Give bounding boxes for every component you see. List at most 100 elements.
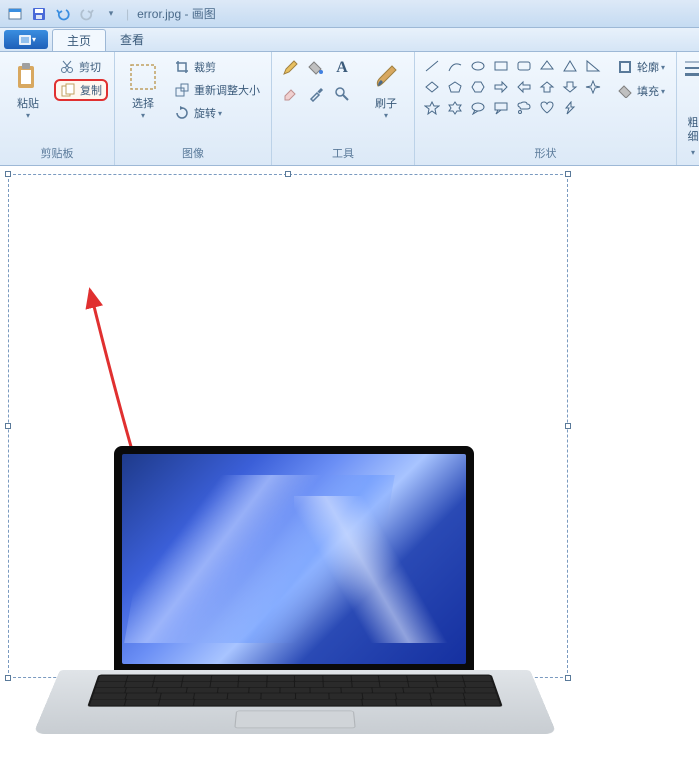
shape-line[interactable]: [421, 56, 443, 76]
resize-handle[interactable]: [5, 171, 11, 177]
dropdown-icon: ▾: [384, 111, 388, 120]
fill-tool[interactable]: [304, 56, 328, 80]
shape-rtriangle[interactable]: [582, 56, 604, 76]
select-label: 选择: [132, 95, 154, 111]
shape-arrow-right[interactable]: [490, 77, 512, 97]
copy-label: 复制: [80, 82, 102, 98]
resize-button[interactable]: 重新调整大小: [169, 79, 265, 101]
shape-rect[interactable]: [490, 56, 512, 76]
menubar: ▾ 主页 查看: [0, 28, 699, 52]
dropdown-icon: ▾: [141, 111, 145, 120]
undo-icon[interactable]: [52, 3, 74, 25]
shape-callout-round[interactable]: [467, 98, 489, 118]
stroke-label: 粗细▾: [683, 116, 699, 159]
crop-label: 裁剪: [194, 59, 216, 75]
resize-handle[interactable]: [565, 423, 571, 429]
copy-icon: [60, 82, 76, 98]
outline-icon: [617, 59, 633, 75]
group-image-label: 图像: [115, 143, 271, 165]
cut-label: 剪切: [79, 59, 101, 75]
shape-oval[interactable]: [467, 56, 489, 76]
shape-diamond[interactable]: [421, 77, 443, 97]
laptop-keyboard: [87, 675, 503, 707]
resize-icon: [174, 82, 190, 98]
group-tools: A 刷子 ▾ 工具: [272, 52, 415, 165]
window-title: error.jpg - 画图: [137, 5, 216, 22]
shape-arrow-down[interactable]: [559, 77, 581, 97]
dropdown-icon: ▾: [661, 63, 665, 72]
titlebar: ▾ | error.jpg - 画图: [0, 0, 699, 28]
fill-icon: [617, 83, 633, 99]
brush-icon: [370, 61, 402, 93]
dropdown-icon: ▾: [661, 87, 665, 96]
paste-label: 粘贴: [17, 95, 39, 111]
stroke-icon[interactable]: [683, 58, 699, 76]
group-tools-label: 工具: [272, 143, 414, 165]
shape-pentagon[interactable]: [444, 77, 466, 97]
group-image: 选择 ▾ 裁剪 重新调整大小 旋转 ▾ 图像: [115, 52, 272, 165]
brush-button[interactable]: 刷子 ▾: [364, 56, 408, 139]
shape-star6[interactable]: [444, 98, 466, 118]
shape-lightning[interactable]: [559, 98, 581, 118]
save-icon[interactable]: [28, 3, 50, 25]
resize-handle[interactable]: [5, 423, 11, 429]
shape-callout-rect[interactable]: [490, 98, 512, 118]
resize-label: 重新调整大小: [194, 82, 260, 98]
shape-arrow-up[interactable]: [536, 77, 558, 97]
paste-icon: [12, 61, 44, 93]
laptop-screen: [114, 446, 474, 672]
crop-button[interactable]: 裁剪: [169, 56, 265, 78]
shape-arrow-left[interactable]: [513, 77, 535, 97]
scissors-icon: [59, 59, 75, 75]
shape-roundrect[interactable]: [513, 56, 535, 76]
magnifier-tool[interactable]: [330, 82, 354, 106]
resize-handle[interactable]: [5, 675, 11, 681]
select-button[interactable]: 选择 ▾: [121, 56, 165, 139]
qat-dropdown-icon[interactable]: ▾: [100, 3, 122, 25]
laptop-base: [33, 670, 557, 734]
group-shapes: 轮廓 ▾ 填充 ▾ 形状: [415, 52, 677, 165]
shape-star5[interactable]: [421, 98, 443, 118]
ribbon: 粘贴 ▾ 剪切 复制 剪贴板 选择 ▾: [0, 52, 699, 166]
shape-triangle[interactable]: [559, 56, 581, 76]
shape-callout-cloud[interactable]: [513, 98, 535, 118]
rotate-button[interactable]: 旋转 ▾: [169, 102, 265, 124]
pencil-tool[interactable]: [278, 56, 302, 80]
dropdown-icon: ▾: [26, 111, 30, 120]
copy-button[interactable]: 复制: [54, 79, 108, 101]
select-icon: [127, 61, 159, 93]
tab-home[interactable]: 主页: [52, 29, 106, 51]
resize-handle[interactable]: [565, 675, 571, 681]
laptop-trackpad: [234, 711, 355, 729]
outline-label: 轮廓: [637, 59, 659, 75]
rotate-label: 旋转: [194, 105, 216, 121]
canvas-area: [0, 166, 699, 688]
eraser-tool[interactable]: [278, 82, 302, 106]
shape-heart[interactable]: [536, 98, 558, 118]
shape-hexagon[interactable]: [467, 77, 489, 97]
shape-polygon[interactable]: [536, 56, 558, 76]
tab-view[interactable]: 查看: [106, 28, 158, 51]
group-clipboard-label: 剪贴板: [0, 143, 114, 165]
paste-button[interactable]: 粘贴 ▾: [6, 56, 50, 139]
group-stroke: 粗细▾: [677, 52, 699, 165]
file-menu[interactable]: ▾: [4, 30, 48, 49]
dropdown-icon: ▾: [218, 109, 222, 118]
shape-curve[interactable]: [444, 56, 466, 76]
redo-icon[interactable]: [76, 3, 98, 25]
shape-star4[interactable]: [582, 77, 604, 97]
file-menu-icon: [18, 34, 32, 46]
fill-button[interactable]: 填充 ▾: [612, 80, 670, 102]
brush-label: 刷子: [375, 95, 397, 111]
picker-tool[interactable]: [304, 82, 328, 106]
fill-label: 填充: [637, 83, 659, 99]
system-menu-icon[interactable]: [4, 3, 26, 25]
crop-icon: [174, 59, 190, 75]
group-shapes-label: 形状: [415, 143, 676, 165]
resize-handle[interactable]: [565, 171, 571, 177]
text-tool[interactable]: A: [330, 56, 354, 80]
shapes-gallery[interactable]: [421, 56, 604, 139]
resize-handle[interactable]: [285, 171, 291, 177]
outline-button[interactable]: 轮廓 ▾: [612, 56, 670, 78]
cut-button[interactable]: 剪切: [54, 56, 108, 78]
